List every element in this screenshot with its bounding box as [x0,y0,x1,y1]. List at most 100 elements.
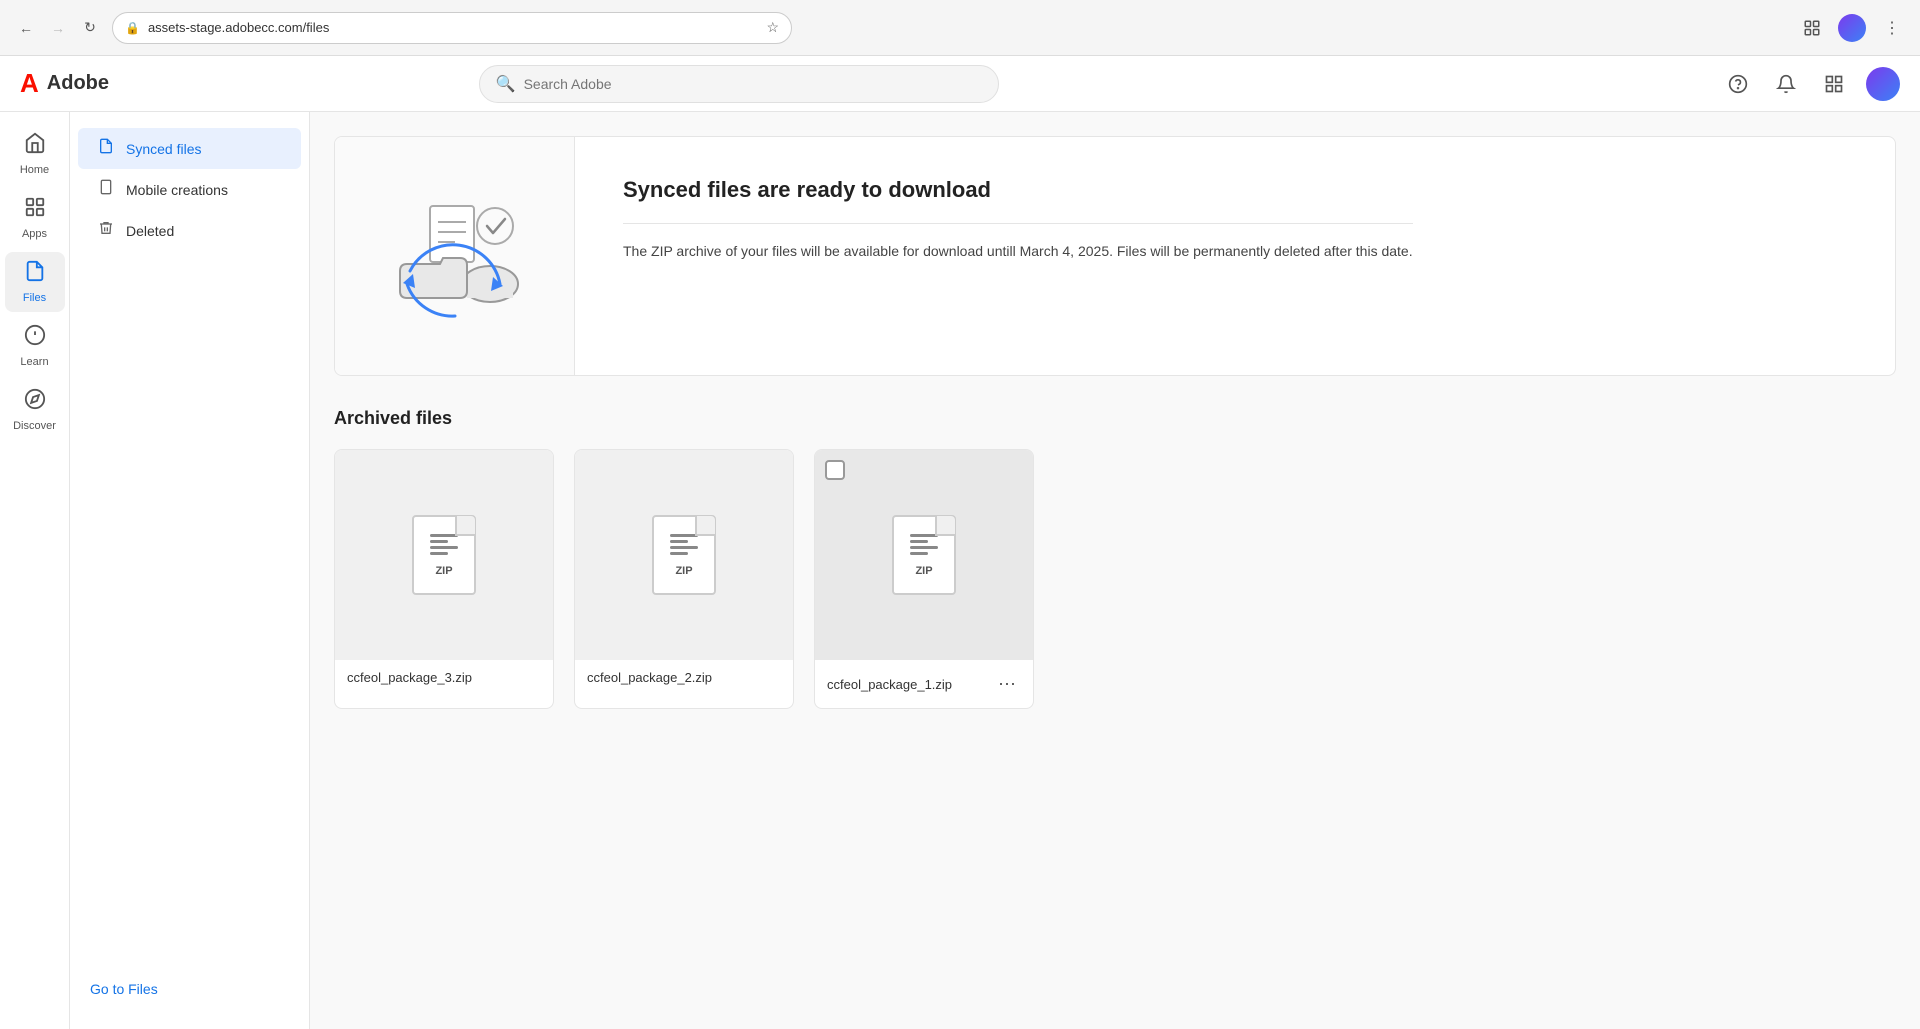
app-container: A Adobe 🔍 Home [0,56,1920,1029]
extensions-button[interactable] [1796,12,1828,44]
banner-content: Synced files are ready to download The Z… [575,137,1461,375]
sidebar-discover-label: Discover [13,420,56,432]
deleted-label: Deleted [126,223,174,239]
go-to-files-link[interactable]: Go to Files [70,965,309,1013]
address-bar[interactable]: 🔒 assets-stage.adobecc.com/files ☆ [112,12,792,44]
file-card-1[interactable]: ZIP ccfeol_package_1.zip ⋯ [814,449,1034,709]
files-grid: ZIP ccfeol_package_3.zip [334,449,1896,709]
adobe-logo[interactable]: A Adobe [20,68,109,99]
zip-line [670,546,698,549]
adobe-text: Adobe [47,72,109,95]
nav-synced-files[interactable]: Synced files [78,128,301,169]
sidebar-home-label: Home [20,164,49,176]
apps-grid-button[interactable] [1818,68,1850,100]
search-bar[interactable]: 🔍 [479,65,999,103]
apps-icon [24,196,46,224]
nav-mobile-creations[interactable]: Mobile creations [78,169,301,210]
home-icon [24,132,46,160]
zip-line [430,546,458,549]
lock-icon: 🔒 [125,21,140,35]
learn-icon [24,324,46,352]
user-avatar[interactable] [1866,67,1900,101]
file-more-button-1[interactable]: ⋯ [993,670,1021,698]
browser-right: ⋮ [1796,12,1908,44]
back-button[interactable]: ← [12,14,40,42]
notifications-button[interactable] [1770,68,1802,100]
zip-line [910,546,938,549]
zip-line [910,552,928,555]
zip-icon-3: ZIP [412,515,476,595]
url-text: assets-stage.adobecc.com/files [148,20,758,35]
content-area: Synced files are ready to download The Z… [310,112,1920,1029]
file-card-2[interactable]: ZIP ccfeol_package_2.zip [574,449,794,709]
zip-line [670,534,698,537]
sidebar-item-discover[interactable]: Discover [5,380,65,440]
zip-lines-1 [910,534,938,555]
file-name-2: ccfeol_package_2.zip [575,660,793,695]
zip-line [910,534,938,537]
file-checkbox-1[interactable] [825,460,845,480]
browser-avatar [1838,14,1866,42]
synced-files-banner: Synced files are ready to download The Z… [334,136,1896,376]
top-nav: A Adobe 🔍 [0,56,1920,112]
zip-label-2: ZIP [675,565,692,577]
banner-title: Synced files are ready to download [623,177,1413,203]
archived-section: Archived files [334,408,1896,709]
left-sidebar: Home Apps Files Learn [0,112,70,1029]
file-name-3: ccfeol_package_3.zip [335,660,553,695]
zip-label-3: ZIP [435,565,452,577]
banner-illustration [335,137,575,375]
forward-button[interactable]: → [44,14,72,42]
sync-svg [375,176,535,336]
star-icon[interactable]: ☆ [766,19,779,36]
file-name-text-1: ccfeol_package_1.zip [827,677,952,692]
deleted-icon [98,220,114,241]
file-card-3[interactable]: ZIP ccfeol_package_3.zip [334,449,554,709]
secondary-nav-items: Synced files Mobile creations Deleted [70,128,309,251]
file-name-text-3: ccfeol_package_3.zip [347,670,472,685]
files-icon [24,260,46,288]
sidebar-apps-label: Apps [22,228,47,240]
sidebar-item-files[interactable]: Files [5,252,65,312]
help-button[interactable] [1722,68,1754,100]
top-nav-right [1722,67,1900,101]
file-name-text-2: ccfeol_package_2.zip [587,670,712,685]
zip-line [430,552,448,555]
file-thumbnail-3: ZIP [335,450,553,660]
reload-button[interactable]: ↻ [76,14,104,42]
archived-files-title: Archived files [334,408,1896,429]
search-input[interactable] [524,76,982,92]
adobe-icon: A [20,68,39,99]
zip-lines-3 [430,534,458,555]
banner-description: The ZIP archive of your files will be av… [623,240,1413,262]
banner-divider [623,223,1413,224]
mobile-creations-icon [98,179,114,200]
zip-line [670,552,688,555]
sidebar-item-learn[interactable]: Learn [5,316,65,376]
synced-files-label: Synced files [126,141,201,157]
file-thumbnail-2: ZIP [575,450,793,660]
zip-line [670,540,688,543]
sidebar-item-apps[interactable]: Apps [5,188,65,248]
zip-line [910,540,928,543]
more-options-button[interactable]: ⋮ [1876,12,1908,44]
search-icon: 🔍 [496,74,516,94]
browser-chrome: ← → ↻ 🔒 assets-stage.adobecc.com/files ☆… [0,0,1920,56]
zip-line [430,534,458,537]
zip-icon-2: ZIP [652,515,716,595]
discover-icon [24,388,46,416]
file-thumbnail-1: ZIP [815,450,1033,660]
main-layout: Home Apps Files Learn [0,112,1920,1029]
nav-buttons: ← → ↻ [12,14,104,42]
file-name-1: ccfeol_package_1.zip ⋯ [815,660,1033,708]
zip-line [430,540,448,543]
nav-deleted[interactable]: Deleted [78,210,301,251]
sidebar-files-label: Files [23,292,46,304]
secondary-sidebar: Synced files Mobile creations Deleted Go… [70,112,310,1029]
zip-label-1: ZIP [915,565,932,577]
sidebar-learn-label: Learn [20,356,48,368]
zip-lines-2 [670,534,698,555]
profile-button[interactable] [1836,12,1868,44]
sidebar-item-home[interactable]: Home [5,124,65,184]
synced-files-icon [98,138,114,159]
